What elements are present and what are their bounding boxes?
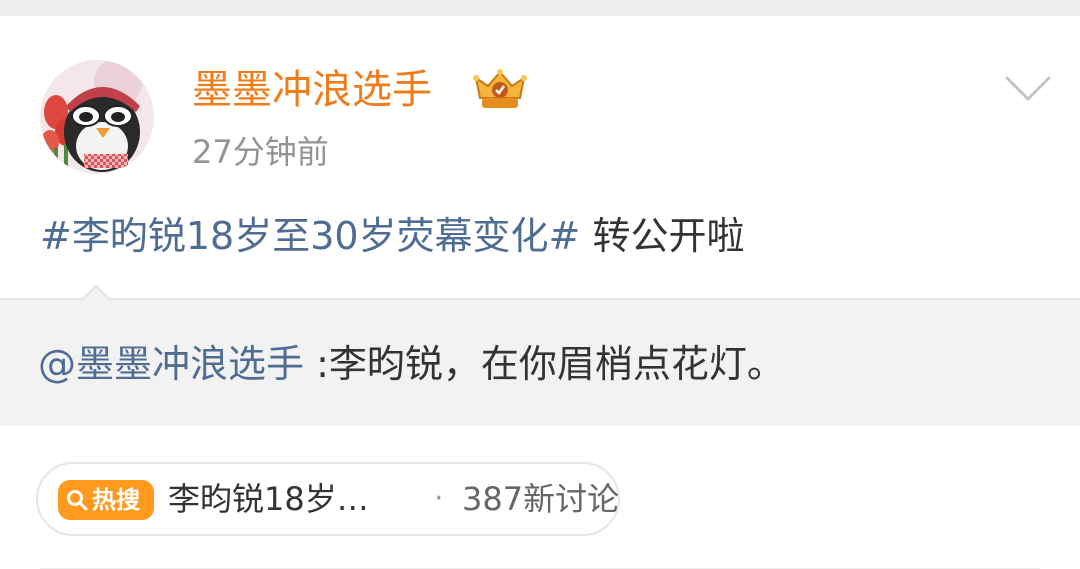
repost-notch [80,284,112,302]
post-timestamp: 27分钟前 [192,133,329,171]
top-separator [0,0,1080,16]
penguin-with-sunglasses-avatar [40,60,154,174]
hot-search-separator: · [434,481,444,516]
post-body-text: 转公开啦 [580,214,745,258]
repost-text: @墨墨冲浪选手 :李昀锐，在你眉梢点花灯。 [38,340,785,388]
search-icon [67,490,88,511]
author-name[interactable]: 墨墨冲浪选手 [192,66,432,114]
chevron-down-icon[interactable] [1004,74,1052,104]
post-body: #李昀锐18岁至30岁荧幕变化# 转公开啦 [40,212,744,260]
repost-content: :李昀锐，在你眉梢点花灯。 [304,342,785,386]
hot-search-label: 热搜 [92,486,140,514]
hot-search-pill[interactable]: 热搜 李昀锐18岁… · 387新讨论 [36,462,620,536]
hot-search-topic: 李昀锐18岁… [168,480,369,518]
avatar[interactable] [40,60,154,174]
weibo-post-card: 墨墨冲浪选手 27分钟前 #李昀锐18岁至30岁荧幕变化# 转公开啦 @墨墨冲浪… [0,16,1080,569]
repost-box[interactable]: @墨墨冲浪选手 :李昀锐，在你眉梢点花灯。 [0,284,1080,426]
hot-search-count: 387新讨论 [462,480,620,518]
hashtag-link[interactable]: #李昀锐18岁至30岁荧幕变化# [40,214,580,258]
hot-search-badge: 热搜 [58,480,154,520]
vip-crown-badge-icon[interactable] [472,68,528,112]
mention-link[interactable]: @墨墨冲浪选手 [38,342,304,386]
